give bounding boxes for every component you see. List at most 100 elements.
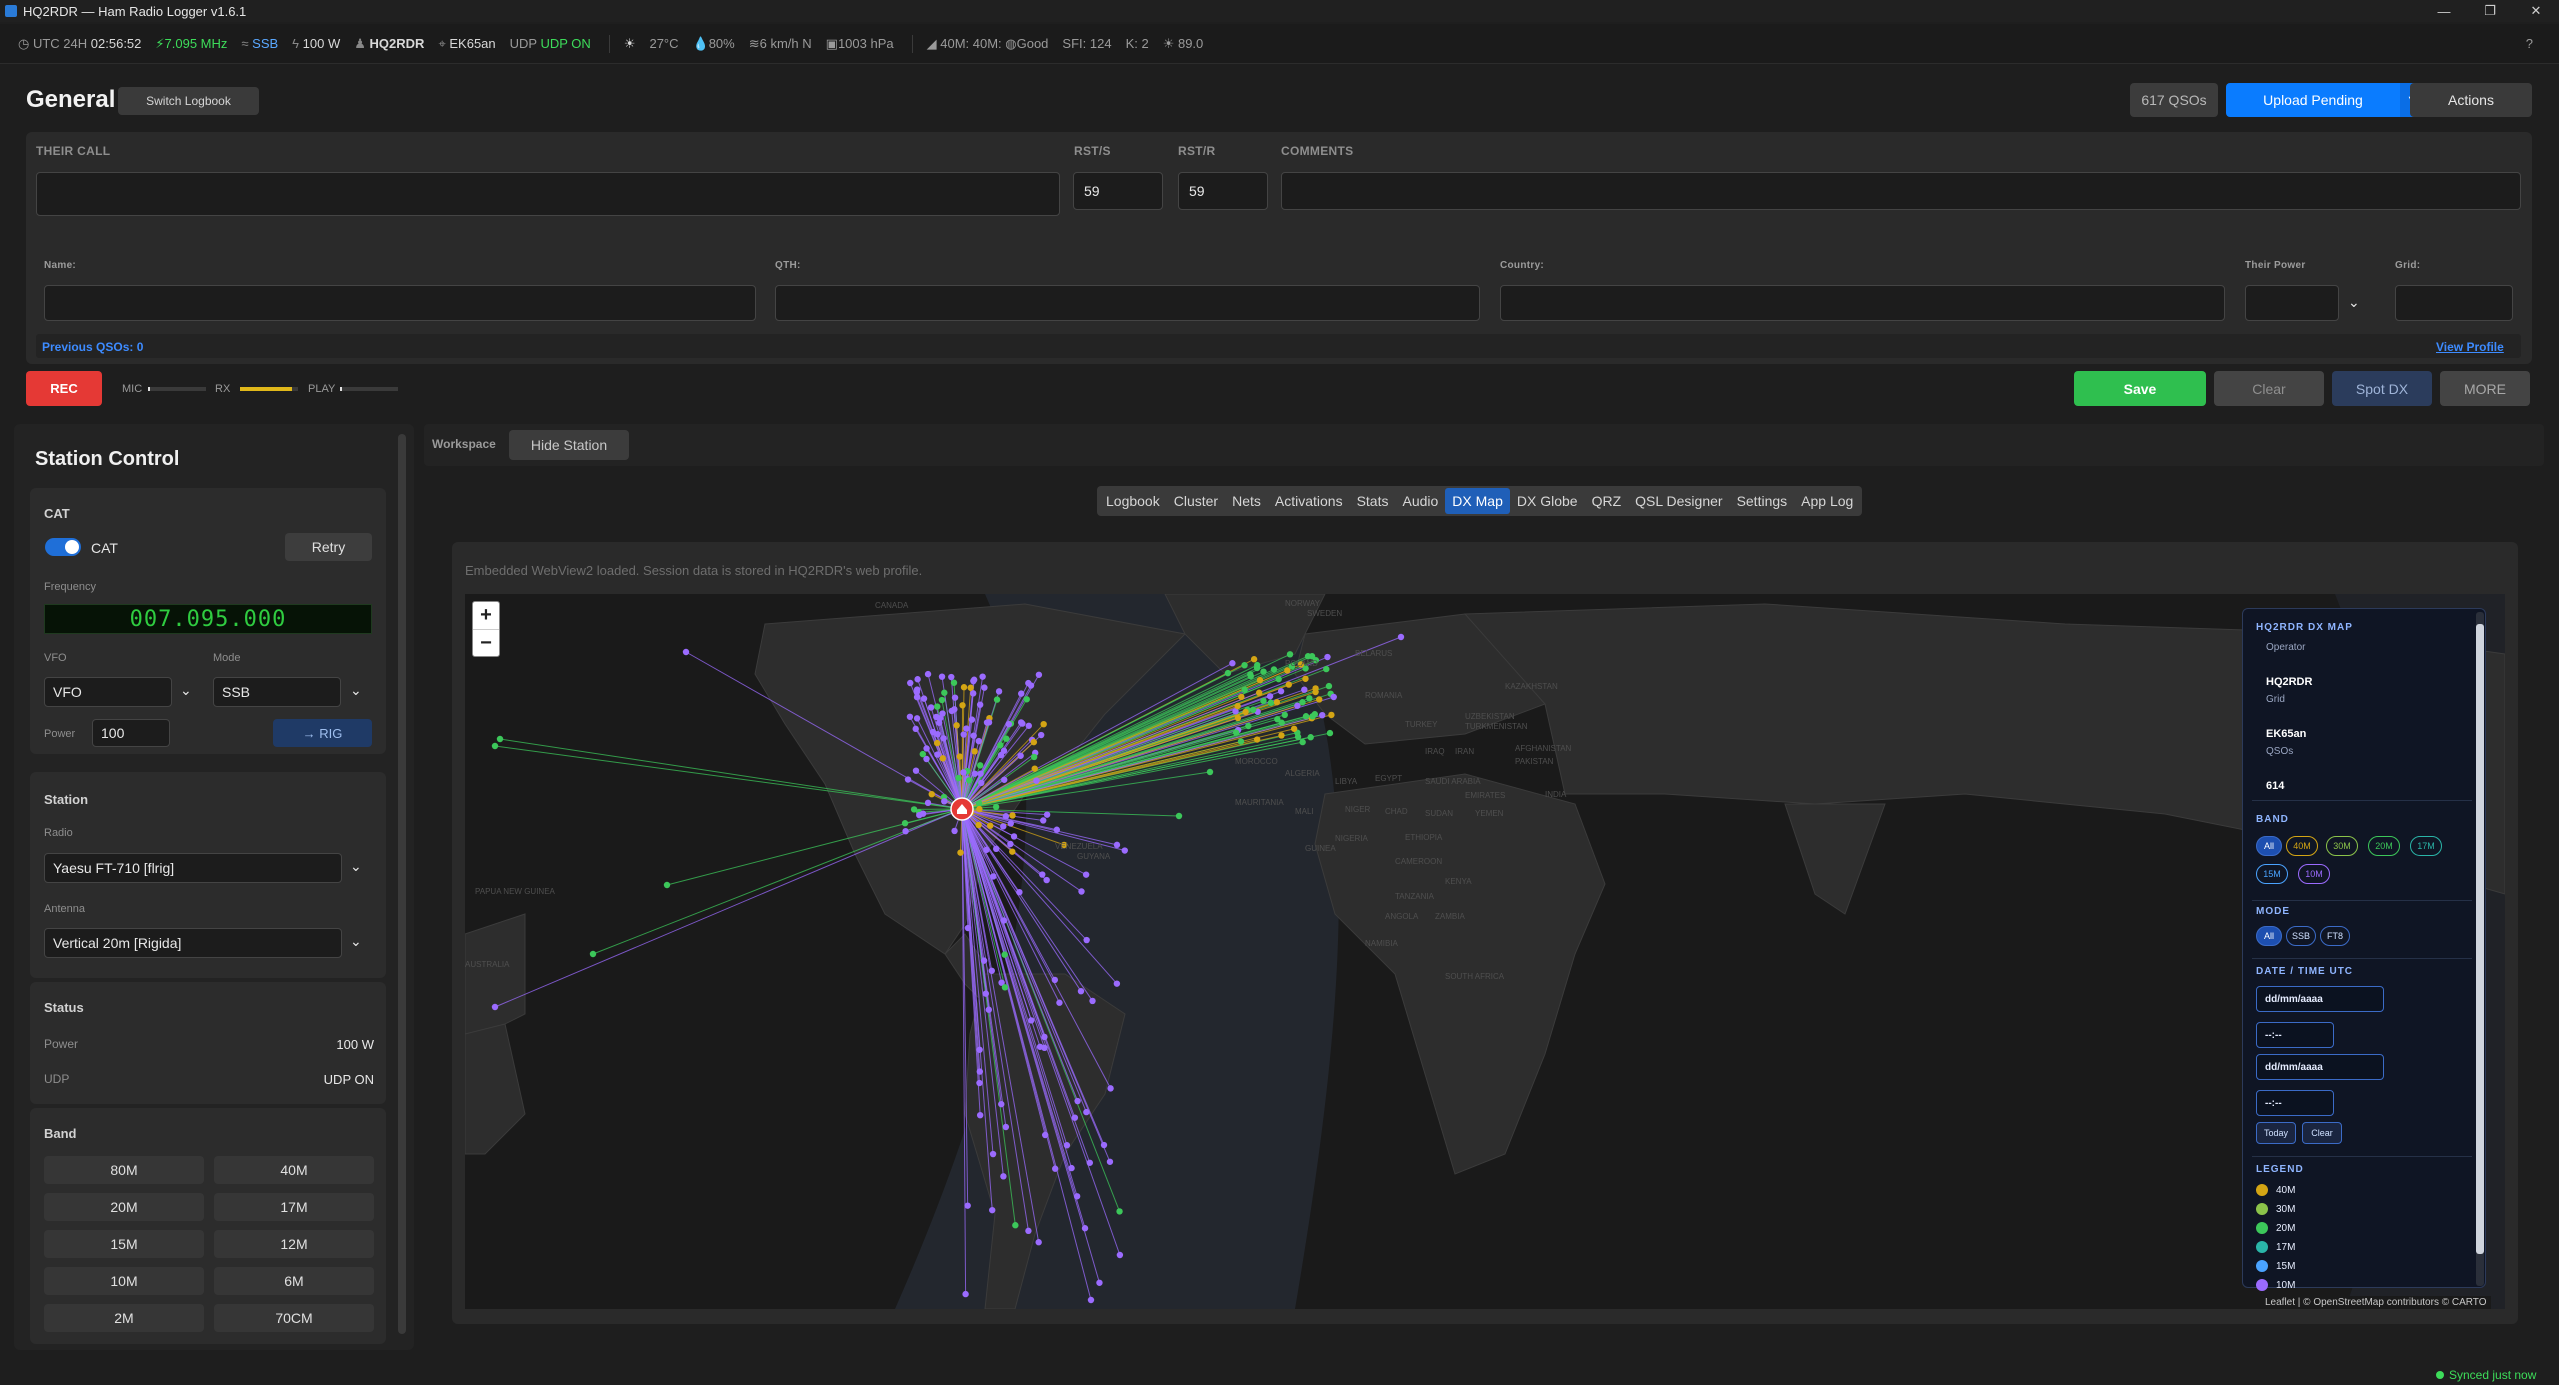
mode-filter-pill[interactable]: SSB (2286, 926, 2316, 946)
chevron-down-icon[interactable]: ⌄ (350, 682, 362, 699)
band-button[interactable]: 2M (44, 1304, 204, 1332)
qso-marker[interactable] (906, 713, 914, 720)
qso-marker[interactable] (1000, 823, 1007, 830)
qso-marker[interactable] (1302, 713, 1310, 720)
qso-marker[interactable] (1002, 813, 1010, 820)
qso-marker[interactable] (1241, 661, 1248, 669)
tab-activations[interactable]: Activations (1268, 488, 1350, 514)
tab-qsl-designer[interactable]: QSL Designer (1628, 488, 1729, 514)
qso-marker[interactable] (1241, 686, 1248, 694)
home-marker[interactable] (950, 797, 974, 821)
qso-marker[interactable] (993, 696, 1001, 703)
chevron-down-icon[interactable]: ⌄ (350, 933, 362, 950)
qso-marker[interactable] (1023, 696, 1030, 703)
qso-marker[interactable] (951, 827, 958, 835)
qso-marker[interactable] (1017, 719, 1025, 726)
qso-marker[interactable] (970, 732, 977, 739)
their-call-input[interactable] (36, 172, 1060, 216)
rst-sent-input[interactable]: 59 (1073, 172, 1163, 210)
band-filter-pill[interactable]: All (2256, 836, 2282, 856)
qso-marker[interactable] (934, 751, 941, 758)
qso-marker[interactable] (1206, 768, 1214, 776)
band-button[interactable]: 15M (44, 1230, 204, 1258)
qso-marker[interactable] (1083, 936, 1090, 944)
qso-marker[interactable] (962, 1290, 969, 1298)
qso-marker[interactable] (1073, 1193, 1081, 1200)
cat-toggle[interactable] (45, 538, 81, 556)
qso-marker[interactable] (1285, 681, 1292, 688)
qso-marker[interactable] (1010, 833, 1018, 840)
qso-marker[interactable] (919, 810, 927, 817)
qso-marker[interactable] (912, 767, 920, 774)
qso-marker[interactable] (1096, 1279, 1103, 1286)
band-button[interactable]: 17M (214, 1193, 374, 1221)
qso-marker[interactable] (965, 777, 973, 784)
tab-dx-map[interactable]: DX Map (1445, 488, 1510, 514)
panel-scrollbar[interactable] (398, 434, 406, 1334)
qso-marker[interactable] (1242, 708, 1249, 716)
qso-marker[interactable] (1009, 812, 1016, 819)
qso-marker[interactable] (1253, 736, 1261, 743)
zoom-out-button[interactable]: − (473, 630, 499, 657)
qso-marker[interactable] (491, 742, 499, 750)
qso-marker[interactable] (1326, 729, 1334, 737)
qso-marker[interactable] (914, 676, 921, 683)
qso-marker[interactable] (1273, 699, 1281, 706)
tab-dx-globe[interactable]: DX Globe (1510, 488, 1585, 514)
time-from-input[interactable]: --:-- (2256, 1022, 2334, 1048)
qso-marker[interactable] (491, 1003, 499, 1011)
tab-app-log[interactable]: App Log (1794, 488, 1860, 514)
qso-marker[interactable] (1281, 711, 1288, 719)
qso-marker[interactable] (1083, 1108, 1090, 1116)
qso-marker[interactable] (1234, 702, 1241, 710)
band-filter-pill[interactable]: 17M (2410, 836, 2442, 856)
mode-select[interactable]: SSB (213, 677, 341, 707)
qso-marker[interactable] (1232, 729, 1240, 736)
qso-marker[interactable] (1255, 689, 1263, 696)
qso-marker[interactable] (976, 762, 984, 769)
qso-marker[interactable] (1053, 826, 1061, 833)
chevron-down-icon[interactable]: ⌄ (2348, 294, 2360, 311)
qso-marker[interactable] (1033, 777, 1040, 784)
tab-cluster[interactable]: Cluster (1167, 488, 1225, 514)
qso-marker[interactable] (992, 803, 1000, 811)
clear-button[interactable]: Clear (2214, 371, 2324, 406)
qso-marker[interactable] (901, 820, 909, 827)
qso-marker[interactable] (955, 774, 962, 782)
time-to-input[interactable]: --:-- (2256, 1090, 2334, 1116)
qso-marker[interactable] (1277, 688, 1285, 695)
qso-marker[interactable] (913, 693, 921, 701)
qso-marker[interactable] (960, 769, 967, 776)
comments-input[interactable] (1281, 172, 2521, 210)
qso-marker[interactable] (976, 1079, 983, 1087)
qso-marker[interactable] (1007, 840, 1014, 848)
qso-marker[interactable] (1106, 1158, 1114, 1165)
qso-marker[interactable] (929, 728, 937, 736)
qso-marker[interactable] (941, 798, 948, 805)
qso-marker[interactable] (1267, 699, 1275, 706)
chevron-down-icon[interactable]: ⌄ (180, 682, 192, 699)
qso-marker[interactable] (1302, 675, 1309, 682)
qso-marker[interactable] (1063, 1142, 1071, 1149)
qso-marker[interactable] (940, 735, 947, 742)
qso-marker[interactable] (964, 924, 972, 932)
send-to-rig-button[interactable]: → RIG (273, 719, 372, 747)
more-button[interactable]: MORE (2440, 371, 2530, 406)
qso-marker[interactable] (1078, 888, 1085, 895)
qso-marker[interactable] (1035, 1239, 1042, 1246)
qso-marker[interactable] (1016, 888, 1023, 896)
qso-marker[interactable] (1027, 682, 1035, 689)
power-input[interactable]: 100 (92, 719, 170, 747)
band-button[interactable]: 80M (44, 1156, 204, 1184)
qso-marker[interactable] (1238, 693, 1245, 701)
qso-marker[interactable] (1071, 1114, 1079, 1121)
qso-marker[interactable] (938, 696, 946, 704)
qso-marker[interactable] (988, 967, 995, 974)
tab-qrz[interactable]: QRZ (1585, 488, 1629, 514)
qso-marker[interactable] (1025, 1227, 1032, 1235)
qso-marker[interactable] (989, 1150, 997, 1158)
qso-marker[interactable] (1270, 666, 1278, 673)
qso-marker[interactable] (970, 677, 977, 685)
qso-marker[interactable] (1324, 653, 1331, 661)
qso-marker[interactable] (1237, 738, 1245, 745)
